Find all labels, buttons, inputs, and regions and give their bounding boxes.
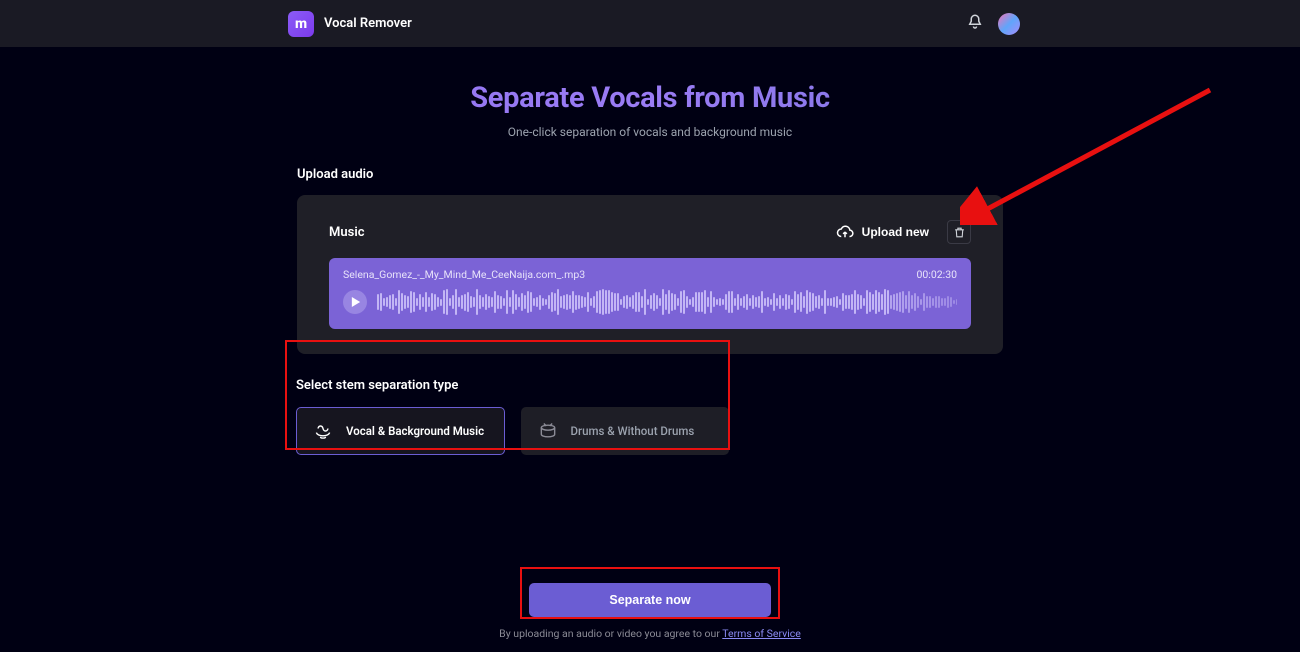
brand: m Vocal Remover (288, 11, 412, 37)
page-title: Separate Vocals from Music (0, 81, 1300, 115)
stem-option-drums[interactable]: Drums & Without Drums (521, 407, 730, 455)
upload-new-label: Upload new (862, 225, 929, 239)
bottom-area: Separate now By uploading an audio or vi… (0, 583, 1300, 640)
stem-options: Vocal & Background Music Drums & Without… (296, 407, 729, 455)
upload-card: Music Upload new (297, 195, 1003, 354)
drums-icon (538, 421, 558, 441)
stem-section: Select stem separation type Vocal & Back… (296, 378, 729, 455)
cloud-upload-icon (836, 223, 854, 241)
stem-section-label: Select stem separation type (296, 378, 729, 393)
audio-track: Selena_Gomez_-_My_Mind_Me_CeeNaija.com_.… (329, 258, 971, 329)
topbar-actions (966, 0, 1020, 47)
top-bar: m Vocal Remover (0, 0, 1300, 47)
play-icon (351, 297, 361, 307)
upload-card-header: Music Upload new (329, 220, 971, 244)
separate-now-button[interactable]: Separate now (529, 583, 771, 617)
audio-filename: Selena_Gomez_-_My_Mind_Me_CeeNaija.com_.… (343, 268, 585, 281)
audio-duration: 00:02:30 (917, 268, 958, 281)
app-logo: m (288, 11, 314, 37)
notification-icon[interactable] (966, 13, 984, 35)
upload-card-title: Music (329, 225, 364, 240)
delete-button[interactable] (947, 220, 971, 244)
upload-new-button[interactable]: Upload new (836, 223, 929, 241)
trash-icon (953, 226, 966, 239)
stem-option-drums-label: Drums & Without Drums (571, 424, 695, 438)
main-content: Separate Vocals from Music One-click sep… (0, 47, 1300, 455)
upload-section: Upload audio Music Upload new (297, 167, 1003, 354)
page-subtitle: One-click separation of vocals and backg… (0, 125, 1300, 139)
stem-option-vocal-bgm[interactable]: Vocal & Background Music (296, 407, 505, 455)
play-button[interactable] (343, 290, 367, 314)
terms-agreement-text: By uploading an audio or video you agree… (0, 627, 1300, 640)
waveform[interactable] (377, 287, 957, 317)
app-name: Vocal Remover (324, 16, 412, 31)
terms-of-service-link[interactable]: Terms of Service (722, 627, 801, 640)
user-avatar[interactable] (998, 13, 1020, 35)
upload-section-label: Upload audio (297, 167, 1003, 182)
upload-card-actions: Upload new (836, 220, 971, 244)
vocal-icon (313, 421, 333, 441)
stem-option-vocal-label: Vocal & Background Music (346, 424, 484, 438)
